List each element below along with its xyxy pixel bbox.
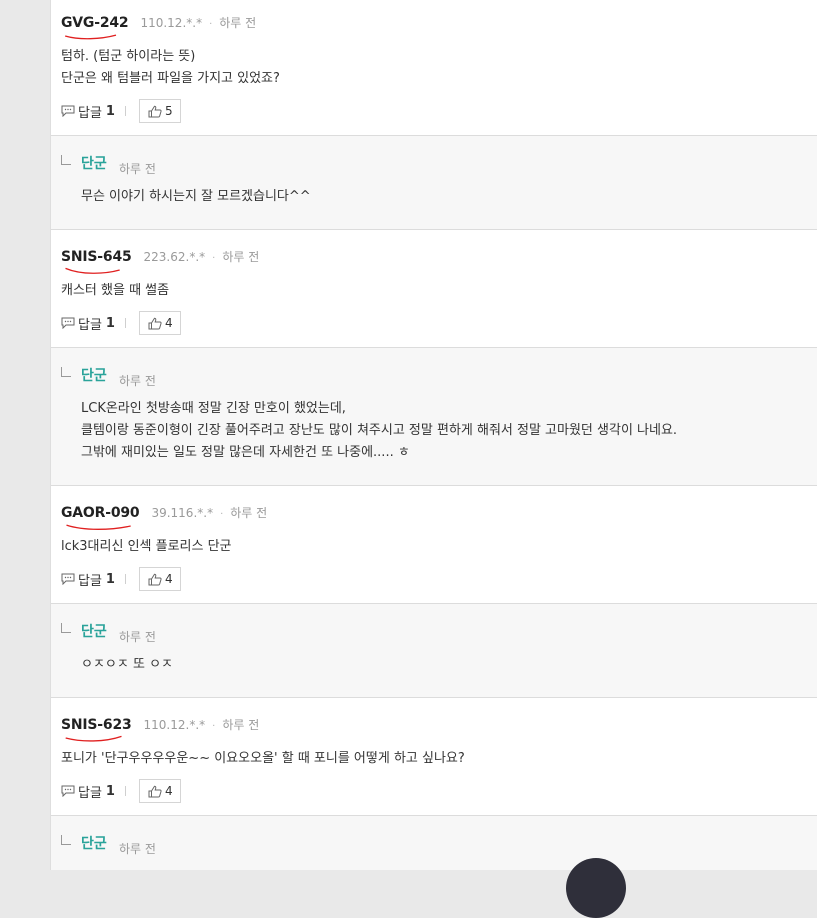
speech-bubble-icon	[61, 573, 75, 585]
comment-line: lck3대리신 인섹 플로리스 단군	[61, 539, 232, 554]
red-underline-annotation	[64, 34, 117, 40]
comment-time: 하루 전	[219, 16, 257, 30]
like-count: 4	[164, 316, 173, 330]
reply-item: 단군 하루 전 LCK온라인 첫방송때 정말 긴장 만호이 했었는데, 클템이랑…	[51, 348, 817, 485]
comment-nickname[interactable]: SNIS-645	[61, 249, 132, 274]
comment-actions: 답글 1 4	[61, 779, 181, 803]
comment-line: 포니가 '단구우우우우운~~ 이요오오올' 할 때 포니를 어떻게 하고 싶나요…	[61, 751, 465, 766]
reply-button[interactable]: 답글 1	[61, 782, 115, 801]
red-underline-annotation	[65, 735, 122, 742]
reply-corner-icon	[61, 835, 71, 845]
reply-corner-icon	[61, 623, 71, 633]
reply-button[interactable]: 답글 1	[61, 314, 115, 333]
comment-body: 포니가 '단구우우우우운~~ 이요오오올' 할 때 포니를 어떻게 하고 싶나요…	[61, 748, 465, 770]
comment-body: 캐스터 했을 때 썰좀	[61, 280, 169, 302]
separator-dot: ·	[209, 19, 213, 30]
comment-header: SNIS-645 223.62.*.* · 하루 전	[61, 248, 260, 274]
reply-corner-icon	[61, 155, 71, 165]
reply-line: 무슨 이야기 하시는지 잘 모르겠습니다^^	[81, 189, 311, 204]
divider	[51, 697, 817, 698]
separator-dot: ·	[220, 509, 224, 520]
comment-body: 텀하. (텀군 하이라는 뜻) 단군은 왜 텀블러 파일을 가지고 있었죠?	[61, 46, 280, 90]
red-underline-annotation	[66, 524, 131, 530]
reply-item: 단군 하루 전 ㅇㅈㅇㅈ 또 ㅇㅈ	[51, 604, 817, 697]
thumbs-up-icon	[148, 317, 162, 329]
reply-time: 하루 전	[119, 842, 156, 856]
action-separator	[124, 786, 126, 796]
thumbs-up-icon	[148, 573, 162, 585]
divider	[51, 229, 817, 230]
reply-count: 1	[105, 571, 115, 587]
speech-bubble-icon	[61, 785, 75, 797]
reply-time: 하루 전	[119, 162, 156, 176]
comment-ip: 110.12.*.*	[143, 718, 206, 732]
comment-header: SNIS-623 110.12.*.* · 하루 전	[61, 716, 260, 742]
comment-actions: 답글 1 4	[61, 311, 181, 335]
comment-actions: 답글 1 5	[61, 99, 181, 123]
comment-header: GAOR-090 39.116.*.* · 하루 전	[61, 504, 268, 530]
reply-author[interactable]: 단군	[81, 365, 107, 385]
reply-label: 답글	[78, 105, 102, 121]
separator-dot: ·	[212, 253, 216, 264]
like-button[interactable]: 5	[138, 99, 181, 123]
reply-line: LCK온라인 첫방송때 정말 긴장 만호이 했었는데,	[81, 401, 346, 416]
action-separator	[124, 318, 126, 328]
reply-author[interactable]: 단군	[81, 621, 107, 641]
reply-author[interactable]: 단군	[81, 833, 107, 853]
reply-label: 답글	[78, 317, 102, 333]
reply-line: ㅇㅈㅇㅈ 또 ㅇㅈ	[81, 657, 173, 672]
like-button[interactable]: 4	[138, 311, 181, 335]
reply-label: 답글	[78, 573, 102, 589]
reply-corner-icon	[61, 367, 71, 377]
thumbs-up-icon	[148, 105, 162, 117]
reply-author[interactable]: 단군	[81, 153, 107, 173]
reply-time: 하루 전	[119, 630, 156, 644]
reply-body: 무슨 이야기 하시는지 잘 모르겠습니다^^	[81, 186, 311, 208]
comment-actions: 답글 1 4	[61, 567, 181, 591]
reply-count: 1	[105, 783, 115, 799]
like-button[interactable]: 4	[138, 779, 181, 803]
divider	[51, 485, 817, 486]
comment-time: 하루 전	[230, 506, 268, 520]
reply-item: 단군 하루 전 무슨 이야기 하시는지 잘 모르겠습니다^^	[51, 136, 817, 229]
reply-button[interactable]: 답글 1	[61, 570, 115, 589]
action-separator	[124, 574, 126, 584]
reply-line: 그밖에 재미있는 일도 정말 많은데 자세한건 또 나중에..... ㅎ	[81, 445, 410, 460]
reply-label: 답글	[78, 785, 102, 801]
comment-body: lck3대리신 인섹 플로리스 단군	[61, 536, 232, 558]
reply-body: LCK온라인 첫방송때 정말 긴장 만호이 했었는데, 클템이랑 동준이형이 긴…	[81, 398, 677, 464]
floating-action-button[interactable]	[566, 858, 626, 918]
comment-ip: 223.62.*.*	[143, 250, 206, 264]
comment-line: 단군은 왜 텀블러 파일을 가지고 있었죠?	[61, 71, 280, 86]
action-separator	[124, 106, 126, 116]
thumbs-up-icon	[148, 785, 162, 797]
reply-item: 단군 하루 전	[51, 816, 817, 870]
speech-bubble-icon	[61, 105, 75, 117]
like-count: 4	[164, 784, 173, 798]
reply-count: 1	[105, 103, 115, 119]
reply-time: 하루 전	[119, 374, 156, 388]
speech-bubble-icon	[61, 317, 75, 329]
red-underline-annotation	[65, 267, 120, 274]
comment-ip: 110.12.*.*	[140, 16, 203, 30]
comment-ip: 39.116.*.*	[151, 506, 214, 520]
comment-time: 하루 전	[222, 718, 260, 732]
like-count: 5	[164, 104, 173, 118]
reply-count: 1	[105, 315, 115, 331]
separator-dot: ·	[212, 721, 216, 732]
comment-line: 캐스터 했을 때 썰좀	[61, 283, 170, 298]
reply-line: 클템이랑 동준이형이 긴장 풀어주려고 장난도 많이 쳐주시고 정말 편하게 해…	[81, 423, 678, 438]
like-count: 4	[164, 572, 173, 586]
comment-time: 하루 전	[222, 250, 260, 264]
comment-nickname[interactable]: SNIS-623	[61, 717, 132, 742]
comment-line: 텀하. (텀군 하이라는 뜻)	[61, 49, 196, 64]
reply-body: ㅇㅈㅇㅈ 또 ㅇㅈ	[81, 654, 173, 676]
reply-button[interactable]: 답글 1	[61, 102, 115, 121]
comment-list: GVG-242 110.12.*.* · 하루 전 텀하. (텀군 하이라는 뜻…	[50, 0, 817, 870]
comment-header: GVG-242 110.12.*.* · 하루 전	[61, 14, 257, 40]
comment-nickname[interactable]: GVG-242	[61, 15, 129, 40]
like-button[interactable]: 4	[138, 567, 181, 591]
comment-nickname[interactable]: GAOR-090	[61, 505, 140, 530]
